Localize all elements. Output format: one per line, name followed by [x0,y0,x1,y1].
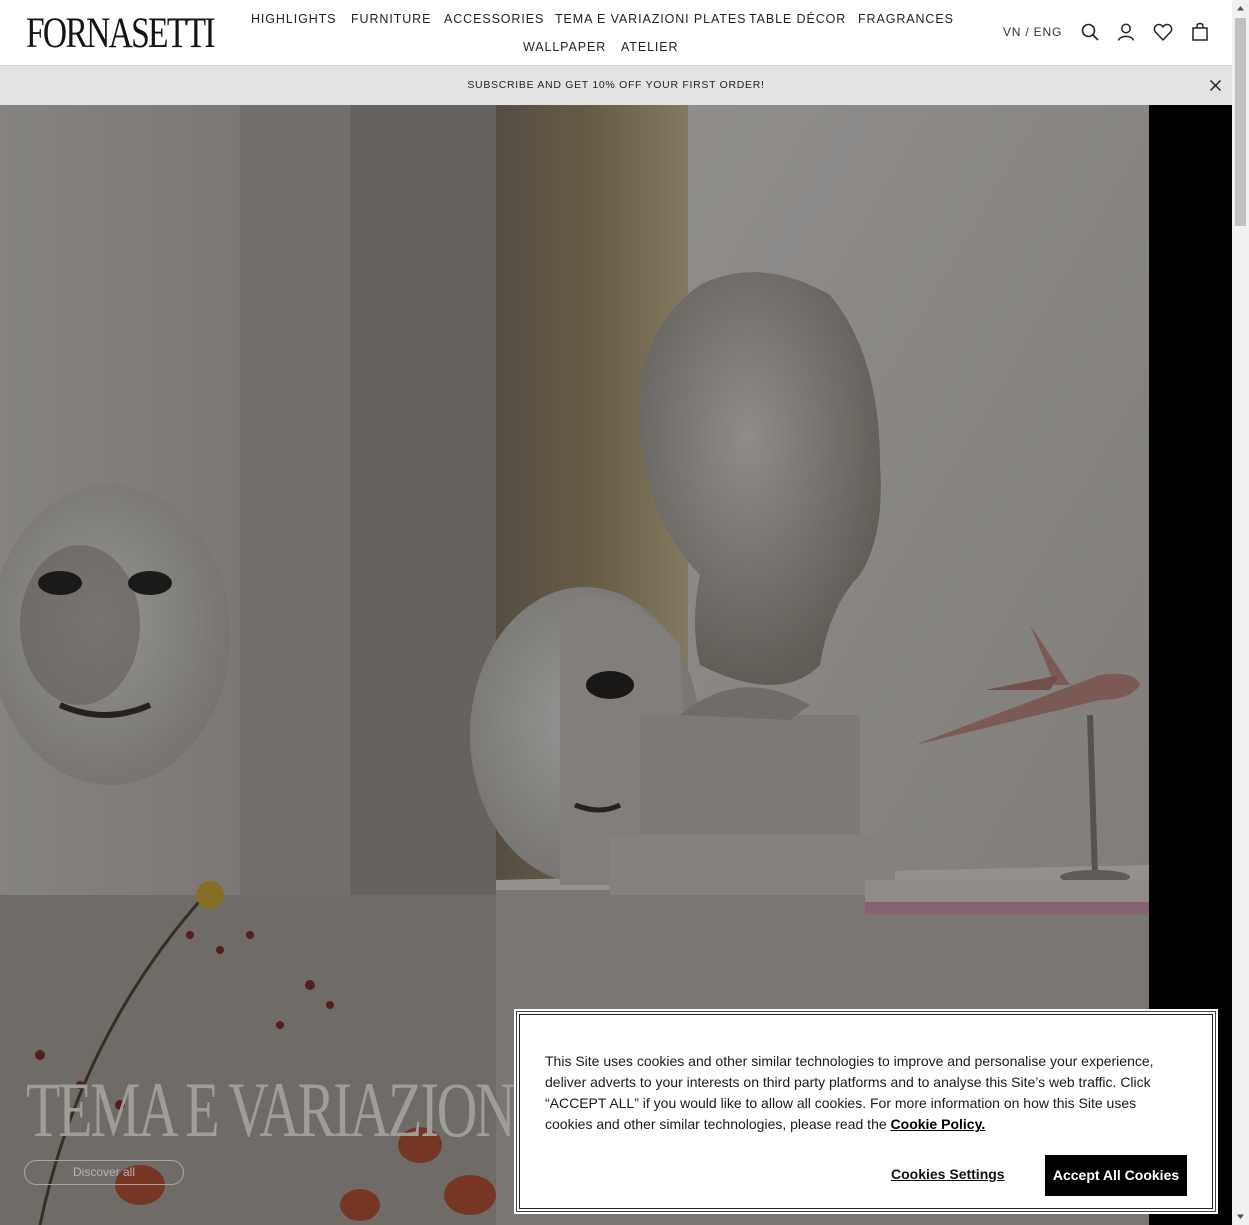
cookie-notice-body: This Site uses cookies and other similar… [545,1053,1154,1132]
language-switcher[interactable]: VN / ENG [1003,25,1062,39]
hero-title: TEMA E VARIAZIONI [26,1066,532,1153]
nav-item-accessories[interactable]: ACCESSORIES [444,12,544,26]
scroll-down-arrow-icon[interactable] [1232,1208,1249,1225]
nav-item-wallpaper[interactable]: WALLPAPER [523,40,606,54]
search-icon[interactable] [1079,21,1101,43]
cookie-policy-link[interactable]: Cookie Policy. [891,1116,986,1132]
promo-bar: SUBSCRIBE AND GET 10% OFF YOUR FIRST ORD… [0,66,1232,105]
nav-item-table-decor[interactable]: TABLE DÉCOR [749,12,846,26]
cookies-settings-button[interactable]: Cookies Settings [891,1166,1005,1182]
nav-item-tema-e-variazioni-plates[interactable]: TEMA E VARIAZIONI PLATES [555,12,746,26]
nav-item-fragrances[interactable]: FRAGRANCES [858,12,954,26]
scroll-up-arrow-icon[interactable] [1232,0,1249,17]
nav-item-highlights[interactable]: HIGHLIGHTS [251,12,336,26]
discover-all-button[interactable]: Discover all [24,1160,184,1185]
nav-item-furniture[interactable]: FURNITURE [351,12,431,26]
close-icon[interactable] [1208,78,1223,93]
wishlist-heart-icon[interactable] [1152,21,1174,43]
scrollbar-thumb[interactable] [1235,18,1246,226]
page-scrollbar[interactable] [1232,0,1249,1225]
cookie-notice-text: This Site uses cookies and other similar… [545,1051,1170,1135]
promo-text[interactable]: SUBSCRIBE AND GET 10% OFF YOUR FIRST ORD… [0,79,1232,91]
site-header: FORNASETTI HIGHLIGHTS FURNITURE ACCESSOR… [0,0,1232,66]
cookie-consent-banner: This Site uses cookies and other similar… [515,1010,1217,1213]
accept-all-cookies-button[interactable]: Accept All Cookies [1045,1155,1187,1196]
main-navigation: HIGHLIGHTS FURNITURE ACCESSORIES TEMA E … [230,0,970,66]
account-icon[interactable] [1115,21,1137,43]
nav-item-atelier[interactable]: ATELIER [621,40,678,54]
shopping-bag-icon[interactable] [1189,21,1211,43]
fornasetti-logo[interactable]: FORNASETTI [26,12,216,55]
